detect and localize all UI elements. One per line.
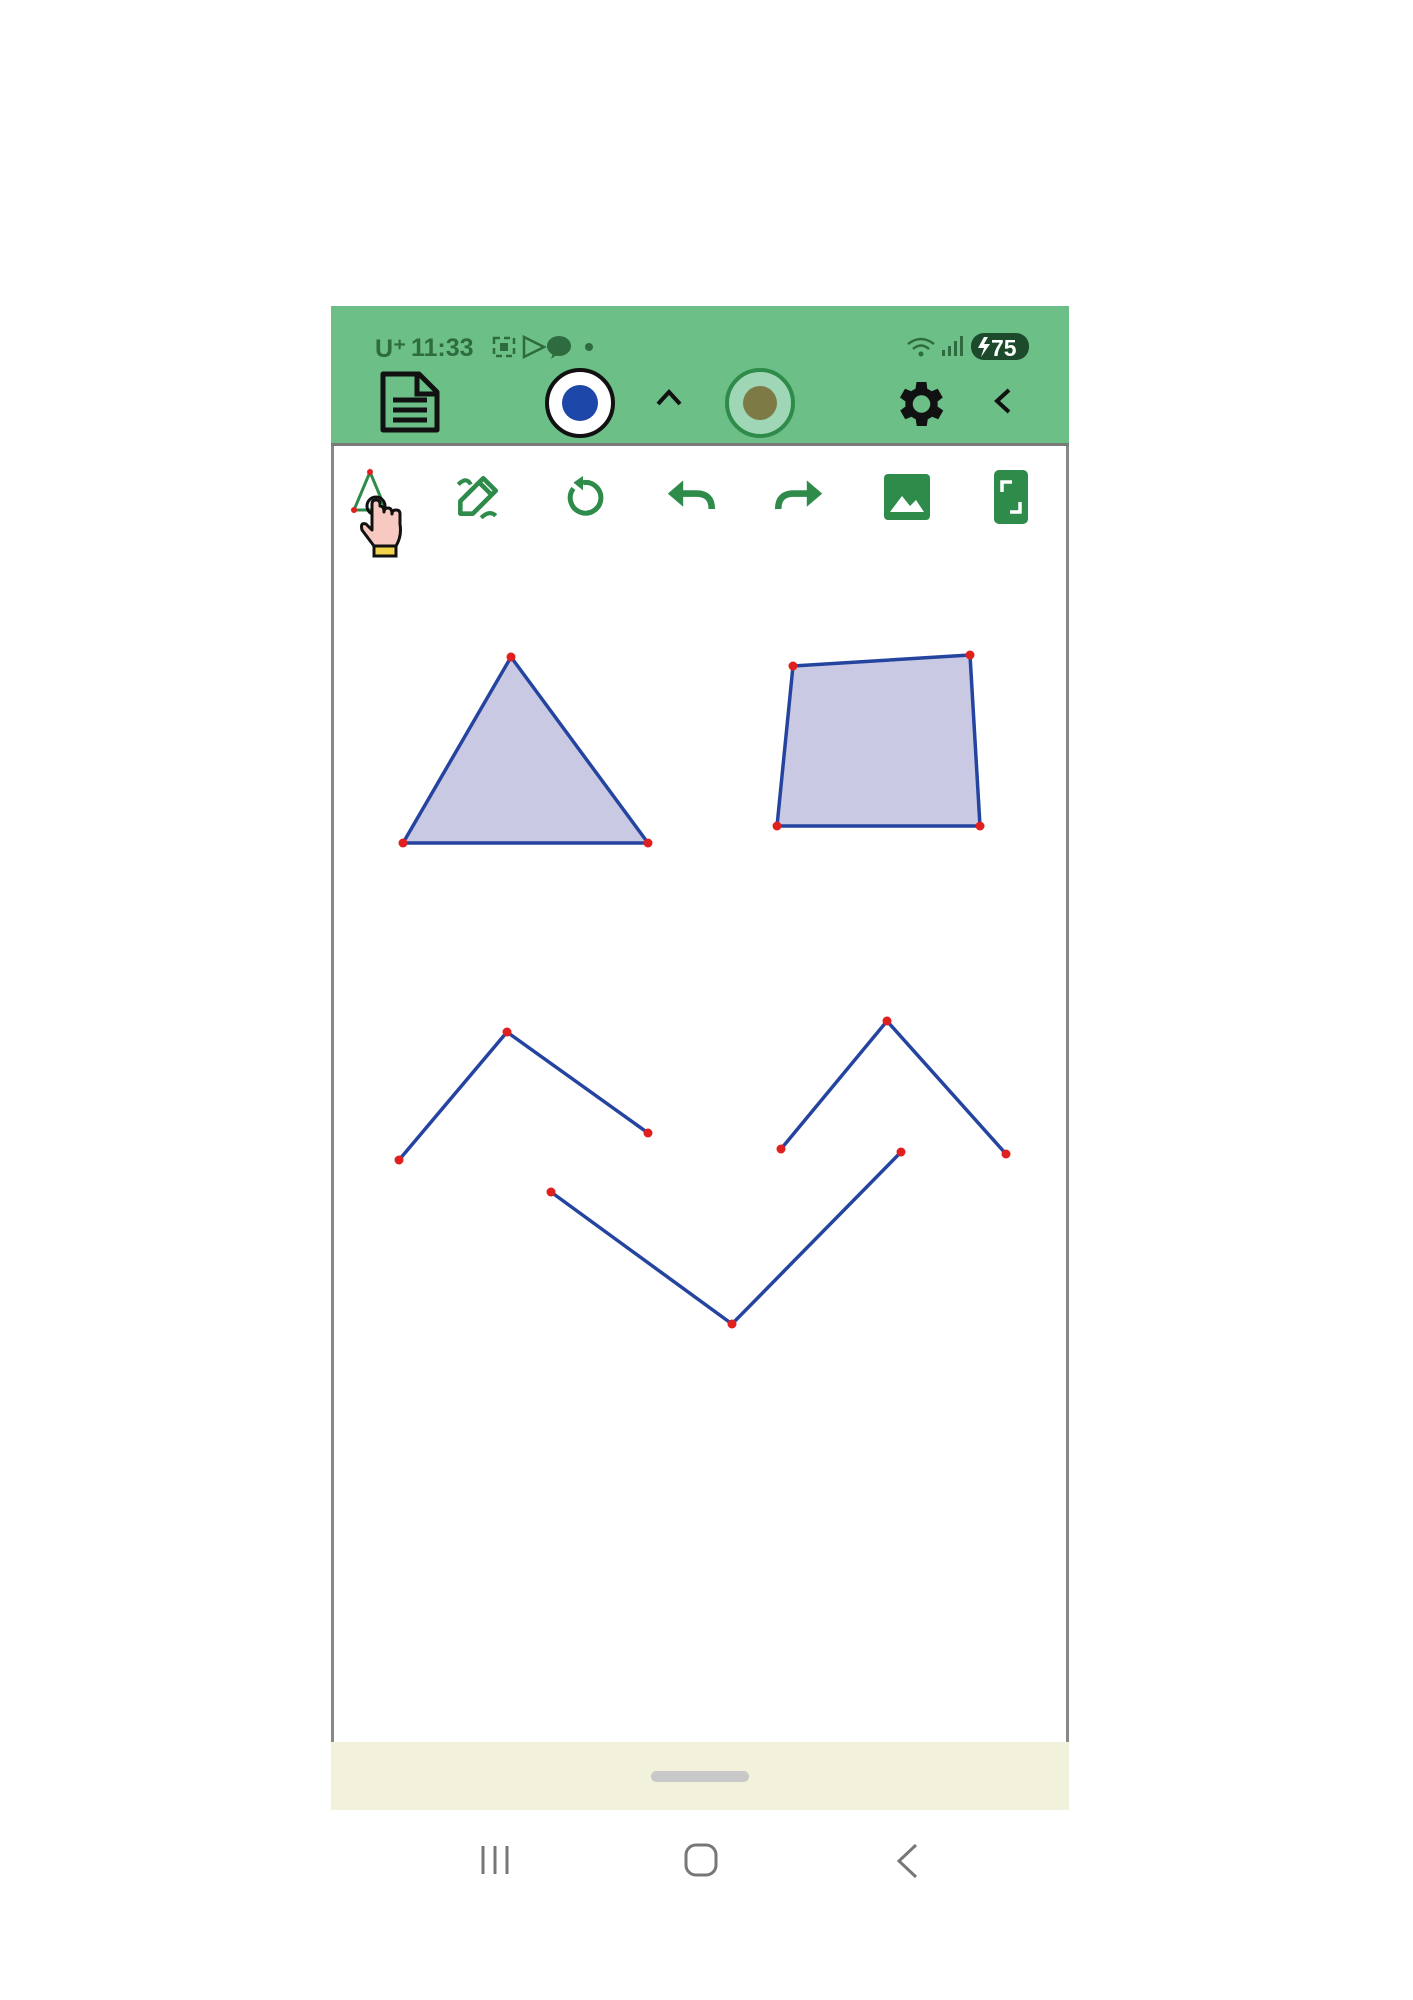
vertex-point[interactable] [502, 1027, 512, 1037]
gesture-bar [331, 1742, 1069, 1810]
wifi-icon [907, 337, 935, 357]
vertex-point[interactable] [975, 821, 985, 831]
vertex-point[interactable] [1001, 1149, 1011, 1159]
status-time: 11:33 [411, 334, 474, 362]
app-toolbar: U⁺ 11:33 75 [331, 306, 1069, 446]
angle-left-shape[interactable] [397, 1029, 650, 1162]
drawing-canvas[interactable] [331, 446, 1069, 1750]
play-store-icon [522, 334, 547, 360]
system-nav-bar [0, 1820, 1413, 1910]
camera-toggle-icon[interactable] [723, 366, 797, 440]
vertex-point[interactable] [546, 1187, 556, 1197]
vertex-point[interactable] [643, 838, 653, 848]
carrier-label: U⁺ [375, 335, 407, 363]
quadrilateral-shape[interactable] [775, 653, 982, 828]
chevron-left-icon[interactable] [991, 386, 1015, 416]
geometry-drawing [394, 650, 1011, 1329]
document-icon[interactable] [379, 370, 443, 434]
vertex-point[interactable] [788, 661, 798, 671]
notification-icons [492, 334, 593, 360]
vertex-point[interactable] [772, 821, 782, 831]
kakaotalk-icon [547, 336, 571, 359]
dot-icon [585, 343, 593, 351]
angle-right-shape[interactable] [779, 1018, 1008, 1156]
triangle-shape[interactable] [401, 655, 650, 845]
back-icon[interactable] [894, 1842, 920, 1880]
vertex-point[interactable] [394, 1155, 404, 1165]
vertex-point[interactable] [398, 838, 408, 848]
angle-bottom-shape[interactable] [549, 1150, 903, 1327]
record-button-icon[interactable] [543, 366, 617, 440]
chevron-up-icon[interactable] [654, 386, 684, 410]
settings-gear-icon[interactable] [889, 374, 949, 434]
phone-screen: U⁺ 11:33 75 [331, 306, 1069, 1810]
gesture-handle[interactable] [651, 1771, 749, 1782]
vertex-point[interactable] [643, 1128, 653, 1138]
signal-icon [942, 336, 963, 356]
vertex-point[interactable] [882, 1016, 892, 1026]
recent-apps-icon[interactable] [478, 1842, 512, 1878]
battery-level: 75 [991, 335, 1017, 361]
vertex-point[interactable] [965, 650, 975, 660]
screenshot-icon [492, 336, 516, 358]
vertex-point[interactable] [727, 1319, 737, 1329]
vertex-point[interactable] [776, 1144, 786, 1154]
vertex-point[interactable] [506, 652, 516, 662]
vertex-point[interactable] [896, 1147, 906, 1157]
home-icon[interactable] [683, 1842, 719, 1878]
